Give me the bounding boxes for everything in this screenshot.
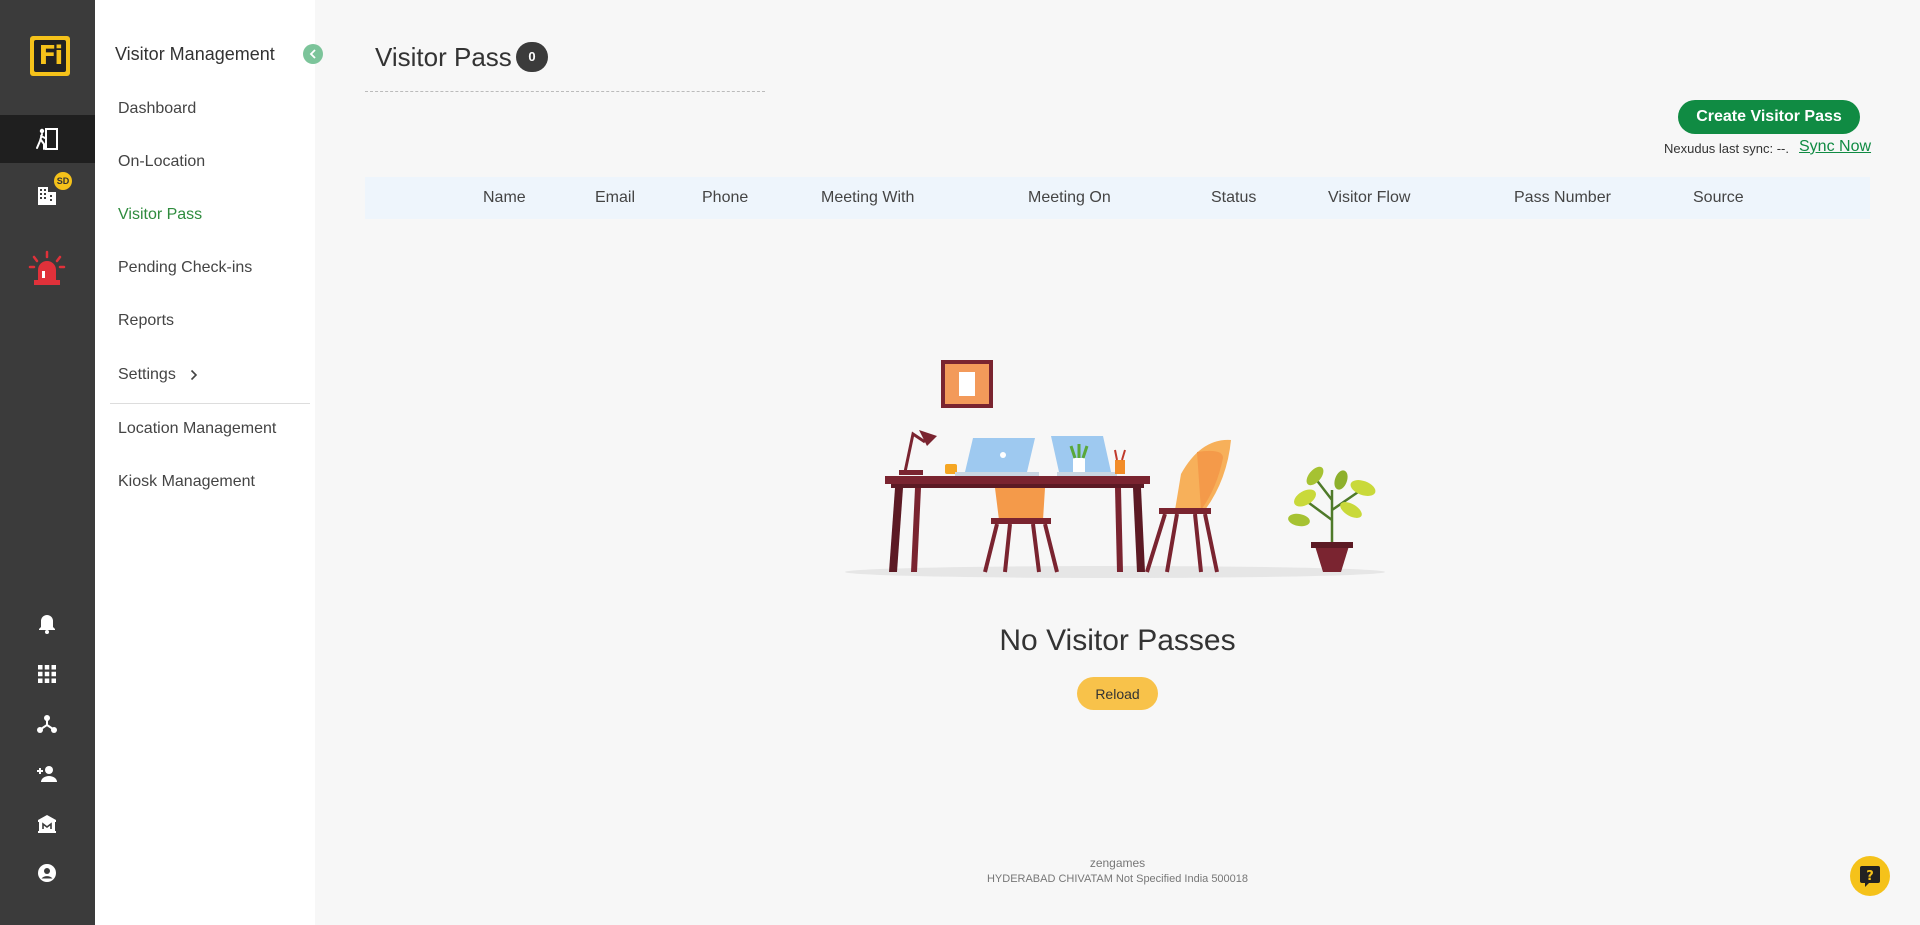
column-header-status[interactable]: Status: [1211, 177, 1256, 219]
account-circle-icon[interactable]: [30, 856, 64, 890]
create-visitor-pass-button[interactable]: Create Visitor Pass: [1678, 100, 1860, 134]
visitor-walk-icon[interactable]: [30, 122, 64, 156]
main-content: Visitor Pass 0 Create Visitor Pass Nexud…: [315, 0, 1920, 925]
visitor-management-sidebar: Visitor Management Dashboard On-Location…: [95, 0, 315, 925]
sync-now-link[interactable]: Sync Now: [1799, 138, 1871, 156]
footer-org-name: zengames: [1089, 856, 1146, 870]
column-header-visitor-flow[interactable]: Visitor Flow: [1328, 177, 1410, 219]
bank-icon[interactable]: [30, 807, 64, 841]
icon-rail: Fi SD: [0, 0, 95, 925]
sync-status-text: Nexudus last sync: --.: [1664, 141, 1789, 156]
column-header-source[interactable]: Source: [1693, 177, 1744, 219]
column-header-phone[interactable]: Phone: [702, 177, 748, 219]
sidebar-title: Visitor Management: [115, 44, 275, 64]
page-title: Visitor Pass: [375, 42, 512, 72]
empty-state-title: No Visitor Passes: [999, 624, 1236, 657]
sidebar-divider: [110, 403, 310, 404]
apps-grid-icon[interactable]: [30, 657, 64, 691]
network-icon[interactable]: [30, 707, 64, 741]
footer-address: HYDERABAD CHIVATAM Not Specified India 5…: [986, 873, 1249, 885]
column-header-pass-number[interactable]: Pass Number: [1514, 177, 1611, 219]
sidebar-item-visitor-pass[interactable]: Visitor Pass: [118, 206, 202, 224]
chevron-right-icon: [190, 369, 198, 381]
sidebar-item-pending-check-ins[interactable]: Pending Check-ins: [118, 259, 252, 277]
emergency-alarm-icon[interactable]: [28, 250, 66, 288]
column-header-meeting-with[interactable]: Meeting With: [821, 177, 914, 219]
sidebar-item-reports[interactable]: Reports: [118, 312, 174, 330]
add-person-icon[interactable]: [30, 757, 64, 791]
reload-button[interactable]: Reload: [1077, 677, 1158, 710]
chevron-left-icon: [309, 49, 316, 59]
table-header: Name Email Phone Meeting With Meeting On…: [365, 177, 1870, 219]
empty-office-illustration: [845, 360, 1385, 578]
title-divider: [365, 91, 765, 92]
bell-icon[interactable]: [30, 607, 64, 641]
sidebar-item-dashboard[interactable]: Dashboard: [118, 100, 196, 118]
column-header-email[interactable]: Email: [595, 177, 635, 219]
column-header-meeting-on[interactable]: Meeting On: [1028, 177, 1111, 219]
sidebar-item-kiosk-management[interactable]: Kiosk Management: [118, 473, 255, 491]
sidebar-item-settings[interactable]: Settings: [118, 366, 198, 384]
help-button[interactable]: ?: [1850, 856, 1890, 896]
column-header-name[interactable]: Name: [483, 177, 526, 219]
sidebar-item-settings-label: Settings: [118, 366, 176, 383]
help-question-icon: ?: [1860, 866, 1880, 887]
app-logo-text: Fi: [34, 40, 66, 72]
sidebar-item-on-location[interactable]: On-Location: [118, 153, 205, 171]
svg-text:?: ?: [1866, 869, 1874, 884]
notification-badge: SD: [54, 172, 72, 190]
visitor-pass-count-badge: 0: [516, 42, 548, 72]
collapse-sidebar-button[interactable]: [303, 44, 323, 64]
sidebar-item-location-management[interactable]: Location Management: [118, 420, 276, 438]
app-logo[interactable]: Fi: [30, 36, 70, 76]
